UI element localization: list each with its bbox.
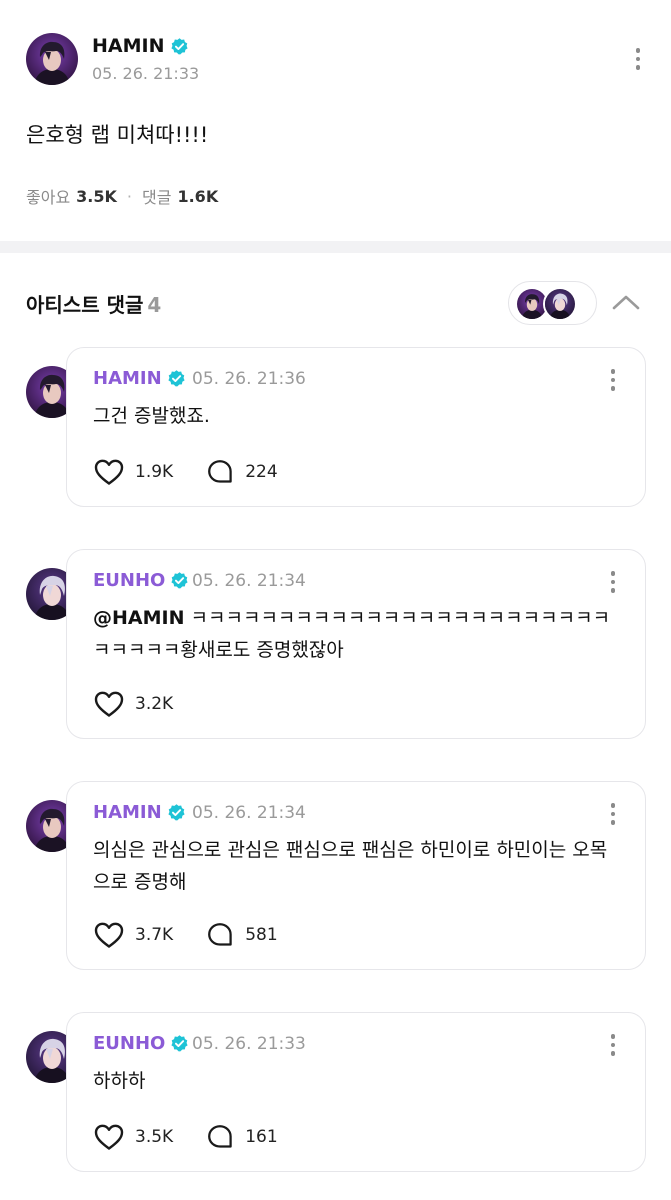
mention-link[interactable]: @HAMIN xyxy=(93,607,184,629)
likes-label: 좋아요 xyxy=(26,188,71,207)
comment-actions: 3.2K xyxy=(93,688,205,720)
main-post: HAMIN 05. 26. 21:33 은호형 랩 미쳐따!!!! 좋아요 3.… xyxy=(0,0,671,241)
comment-timestamp: 05. 26. 21:34 xyxy=(192,803,306,823)
post-body: 은호형 랩 미쳐따!!!! xyxy=(26,123,209,147)
reply-button[interactable]: 224 xyxy=(205,457,278,487)
comment-text: 하하하 xyxy=(93,1070,146,1092)
verified-check-icon xyxy=(167,803,186,822)
post-author[interactable]: HAMIN xyxy=(92,35,189,57)
comment-author[interactable]: HAMIN xyxy=(93,802,186,823)
artist-comments-title: 아티스트 댓글 4 xyxy=(26,289,161,318)
section-count: 4 xyxy=(147,293,162,317)
reply-button[interactable]: 161 xyxy=(205,1122,278,1152)
kebab-icon-dot xyxy=(610,820,616,825)
reply-count: 161 xyxy=(245,1127,278,1147)
chevron-up-icon xyxy=(612,295,640,310)
heart-icon xyxy=(93,919,125,951)
kebab-icon-dot xyxy=(610,803,616,808)
collapse-button[interactable] xyxy=(608,286,644,318)
comment-more-button[interactable] xyxy=(602,567,624,597)
kebab-icon-dot xyxy=(610,588,616,593)
comment-timestamp: 05. 26. 21:33 xyxy=(192,1034,306,1054)
kebab-icon-dot xyxy=(610,377,616,383)
kebab-icon-dot xyxy=(610,571,616,576)
like-count: 3.7K xyxy=(135,925,174,945)
like-button[interactable]: 3.5K xyxy=(93,1121,173,1153)
comment-author-name: EUNHO xyxy=(93,1033,166,1054)
kebab-icon-dot xyxy=(610,1051,616,1056)
like-count: 3.5K xyxy=(135,1127,174,1147)
verified-check-icon xyxy=(167,369,186,388)
comment-text: 의심은 관심으로 관심은 팬심으로 팬심은 하민이로 하민이는 오목으로 증명해 xyxy=(93,839,608,893)
comments-label: 댓글 xyxy=(142,188,172,207)
post-author-name: HAMIN xyxy=(92,35,165,57)
like-button[interactable]: 3.7K xyxy=(93,919,173,951)
likes-count[interactable]: 3.5K xyxy=(76,187,117,206)
kebab-icon-dot xyxy=(635,48,641,53)
comment-bubble: EUNHO 05. 26. 21:34 @HAMIN ㅋㅋㅋㅋㅋㅋㅋㅋㅋㅋㅋㅋㅋ… xyxy=(66,549,646,739)
post-timestamp: 05. 26. 21:33 xyxy=(92,64,200,83)
artist-avatar-stack[interactable] xyxy=(508,281,597,325)
reply-button[interactable]: 581 xyxy=(205,920,278,950)
reply-count: 224 xyxy=(245,462,278,482)
kebab-icon-dot xyxy=(610,386,616,391)
section-divider xyxy=(0,241,671,253)
stats-separator: · xyxy=(126,186,133,206)
heart-icon xyxy=(93,456,125,488)
like-count: 3.2K xyxy=(135,694,174,714)
verified-check-icon xyxy=(170,571,189,590)
comment-more-button[interactable] xyxy=(602,799,624,829)
post-stats: 좋아요 3.5K · 댓글 1.6K xyxy=(26,184,218,208)
comments-count[interactable]: 1.6K xyxy=(177,187,218,206)
comment-author-name: HAMIN xyxy=(93,368,162,389)
author-avatar[interactable] xyxy=(26,33,78,85)
like-count: 1.9K xyxy=(135,462,174,482)
comment-timestamp: 05. 26. 21:36 xyxy=(192,369,306,389)
kebab-icon-dot xyxy=(610,579,616,585)
comment-author-name: EUNHO xyxy=(93,570,166,591)
comment-actions: 3.7K 581 xyxy=(93,919,310,951)
comment-more-button[interactable] xyxy=(602,1030,624,1060)
speech-bubble-icon xyxy=(205,920,235,950)
kebab-icon-dot xyxy=(635,65,641,70)
verified-check-icon xyxy=(170,37,189,56)
comment-timestamp: 05. 26. 21:34 xyxy=(192,571,306,591)
comment-more-button[interactable] xyxy=(602,365,624,395)
kebab-icon-dot xyxy=(635,56,641,62)
kebab-icon-dot xyxy=(610,811,616,817)
reply-count: 581 xyxy=(245,925,278,945)
comment-author-name: HAMIN xyxy=(93,802,162,823)
section-title-text: 아티스트 댓글 xyxy=(26,293,144,317)
like-button[interactable]: 3.2K xyxy=(93,688,173,720)
comment-text: @HAMIN ㅋㅋㅋㅋㅋㅋㅋㅋㅋㅋㅋㅋㅋㅋㅋㅋㅋㅋㅋㅋㅋㅋㅋㅋㅋㅋㅋㅋㅋ황새로도… xyxy=(93,602,623,666)
comment-bubble: EUNHO 05. 26. 21:33 하하하 3.5K 161 xyxy=(66,1012,646,1172)
speech-bubble-icon xyxy=(205,1122,235,1152)
kebab-icon-dot xyxy=(610,1034,616,1039)
like-button[interactable]: 1.9K xyxy=(93,456,173,488)
avatar-image xyxy=(26,33,78,85)
comment-text: 그건 증발했죠. xyxy=(93,405,210,427)
comment-author[interactable]: EUNHO xyxy=(93,1033,189,1054)
speech-bubble-icon xyxy=(205,457,235,487)
post-more-button[interactable] xyxy=(627,44,649,74)
comment-author[interactable]: HAMIN xyxy=(93,368,186,389)
comment-actions: 1.9K 224 xyxy=(93,456,310,488)
kebab-icon-dot xyxy=(610,1042,616,1048)
comment-bubble: HAMIN 05. 26. 21:34 의심은 관심으로 관심은 팬심으로 팬심… xyxy=(66,781,646,970)
comment-author[interactable]: EUNHO xyxy=(93,570,189,591)
artist-avatar-eunho xyxy=(543,287,577,321)
comment-bubble: HAMIN 05. 26. 21:36 그건 증발했죠. 1.9K 224 xyxy=(66,347,646,507)
comment-actions: 3.5K 161 xyxy=(93,1121,310,1153)
kebab-icon-dot xyxy=(610,369,616,374)
heart-icon xyxy=(93,688,125,720)
verified-check-icon xyxy=(170,1034,189,1053)
heart-icon xyxy=(93,1121,125,1153)
